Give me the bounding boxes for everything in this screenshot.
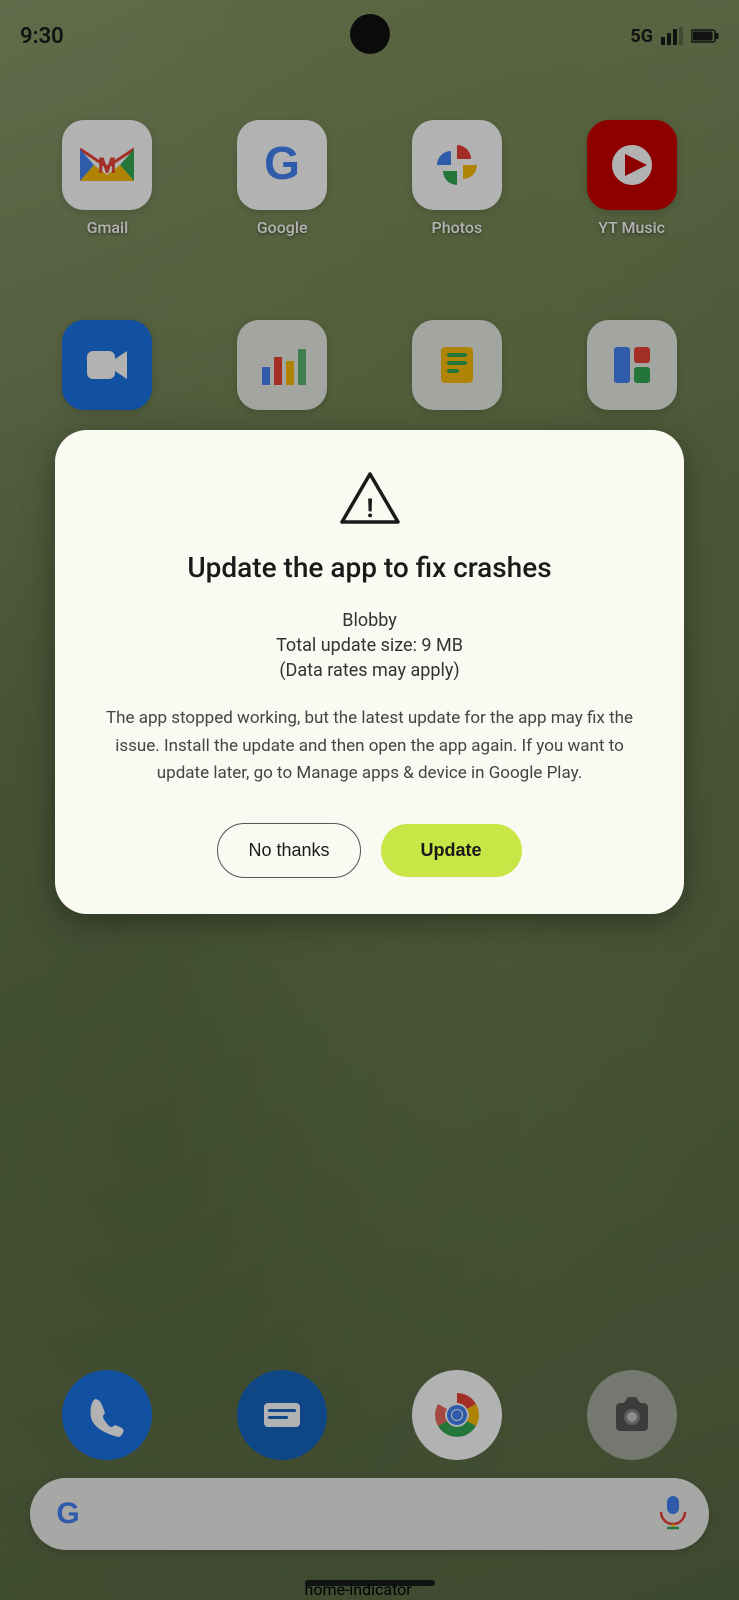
svg-text:!: ! <box>366 494 373 524</box>
dialog-title: Update the app to fix crashes <box>91 550 648 586</box>
dialog-actions: No thanks Update <box>91 823 648 878</box>
dialog-body-text: The app stopped working, but the latest … <box>91 705 648 787</box>
dialog-data-note: (Data rates may apply) <box>91 660 648 681</box>
warning-triangle-icon: ! <box>340 470 400 526</box>
no-thanks-button[interactable]: No thanks <box>217 823 360 878</box>
warning-icon-container: ! <box>91 470 648 530</box>
dialog-app-name: Blobby <box>91 610 648 631</box>
update-dialog: ! Update the app to fix crashes Blobby T… <box>55 430 684 914</box>
dialog-update-size: Total update size: 9 MB <box>91 635 648 656</box>
update-button[interactable]: Update <box>381 824 522 877</box>
